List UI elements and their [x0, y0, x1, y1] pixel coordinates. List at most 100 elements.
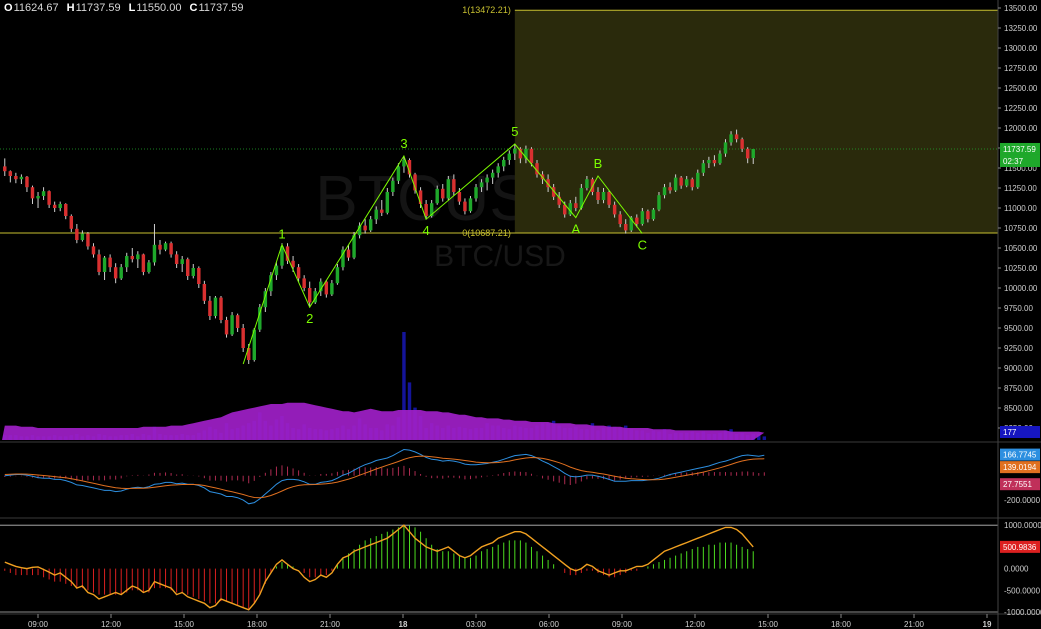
candle-body: [707, 160, 711, 164]
time-tick-label: 03:00: [466, 620, 487, 629]
price-tick-label: 10750.00: [1004, 224, 1038, 233]
time-tick-label: 06:00: [539, 620, 560, 629]
volume-badge: 177: [1003, 428, 1017, 437]
candle-body: [30, 187, 35, 199]
time-tick-label: 15:00: [174, 620, 195, 629]
candle-body: [302, 278, 306, 288]
candle-body: [446, 179, 451, 199]
price-tick-label: 13000.00: [1004, 44, 1038, 53]
candle-body: [474, 187, 478, 199]
candle-body: [186, 259, 190, 276]
candle-body: [723, 142, 728, 154]
candle-body: [25, 176, 29, 188]
candle-body: [513, 148, 517, 154]
candle-body: [8, 171, 13, 176]
macd-histogram: [4, 465, 765, 486]
watermark-pair: BTC/USD: [434, 240, 566, 273]
candle-body: [457, 192, 462, 202]
wave-label-B: B: [594, 156, 603, 171]
low-label: L: [128, 2, 136, 14]
time-tick-label: 21:00: [320, 620, 341, 629]
price-tick-label: 9500.00: [1004, 324, 1033, 333]
osc-value-badge: 500.9836: [1003, 543, 1037, 552]
fib-level-label: 1(13472.21): [462, 5, 511, 15]
candle-body: [640, 211, 645, 224]
candle-body: [152, 244, 157, 263]
wave-label-4: 4: [423, 223, 430, 238]
price-tick-label: 11000.00: [1004, 204, 1037, 213]
candle-body: [380, 209, 384, 213]
candle-body: [496, 166, 500, 173]
wave-label-1: 1: [278, 226, 285, 241]
candle-body: [435, 188, 439, 204]
candle-body: [502, 160, 506, 167]
candle-body: [662, 187, 667, 196]
candle-body: [213, 297, 218, 316]
candle-body: [125, 256, 129, 268]
price-tick-label: 9250.00: [1004, 344, 1033, 353]
candle-body: [684, 179, 689, 186]
candle-body: [745, 148, 750, 159]
candle-body: [391, 180, 395, 192]
time-tick-label: 18: [399, 620, 408, 629]
candle-body: [718, 153, 722, 164]
price-tick-label: 13500.00: [1004, 4, 1038, 13]
time-tick-label: 09:00: [612, 620, 633, 629]
candle-body: [58, 204, 62, 208]
volume-bar: [762, 436, 767, 440]
wave-label-A: A: [571, 222, 580, 237]
candle-body: [529, 148, 534, 164]
osc-histogram: [4, 525, 754, 610]
fib-level-label: 0(10687.21): [462, 228, 511, 238]
candle-body: [19, 176, 24, 180]
candle-body: [147, 262, 151, 272]
candle-body: [191, 268, 195, 276]
candle-body: [729, 134, 733, 143]
time-tick-label: 12:00: [101, 620, 122, 629]
candle-body: [14, 176, 18, 180]
trading-chart[interactable]: BTCUSD, 15BTC/USD1(13472.21)0(10687.21)1…: [0, 0, 1041, 629]
candle-body: [468, 198, 473, 212]
candle-body: [52, 204, 57, 208]
candle-body: [623, 224, 628, 231]
time-tick-label: 19: [983, 620, 992, 629]
candle-body: [734, 134, 739, 140]
wave-label-3: 3: [400, 136, 407, 151]
candle-body: [86, 233, 90, 247]
signal-value-badge: 139.0194: [1003, 463, 1037, 472]
candle-body: [751, 148, 755, 159]
close-value: 11737.59: [198, 2, 244, 14]
osc-tick-label: 0.0000: [1004, 565, 1029, 574]
candle-body: [701, 163, 706, 173]
candle-body: [108, 257, 112, 268]
price-tick-label: 10000.00: [1004, 284, 1038, 293]
candle-body: [657, 195, 661, 210]
price-tick-label: 8500.00: [1004, 404, 1033, 413]
candle-body: [368, 219, 373, 231]
candle-body: [307, 288, 312, 303]
time-tick-label: 18:00: [831, 620, 852, 629]
candle-body: [601, 192, 606, 200]
candle-body: [75, 228, 79, 240]
candle-body: [296, 267, 301, 279]
candle-body: [141, 254, 146, 272]
high-label: H: [66, 2, 75, 14]
candle-body: [208, 300, 212, 316]
candle-body: [396, 166, 401, 181]
price-tick-label: 12750.00: [1004, 64, 1038, 73]
time-tick-label: 18:00: [247, 620, 268, 629]
candle-body: [574, 203, 578, 208]
candle-body: [668, 187, 672, 191]
candle-body: [690, 179, 694, 188]
candle-body: [646, 211, 650, 220]
wave-label-5: 5: [511, 124, 518, 139]
candle-body: [452, 179, 456, 192]
candle-body: [363, 225, 367, 231]
wave-label-C: C: [638, 238, 647, 253]
candle-body: [485, 177, 489, 183]
low-value: 11550.00: [136, 2, 182, 14]
price-tick-label: 12250.00: [1004, 104, 1038, 113]
candle-body: [80, 233, 85, 240]
candle-body: [91, 246, 96, 255]
macd-value-badge: 166.7745: [1003, 451, 1037, 460]
